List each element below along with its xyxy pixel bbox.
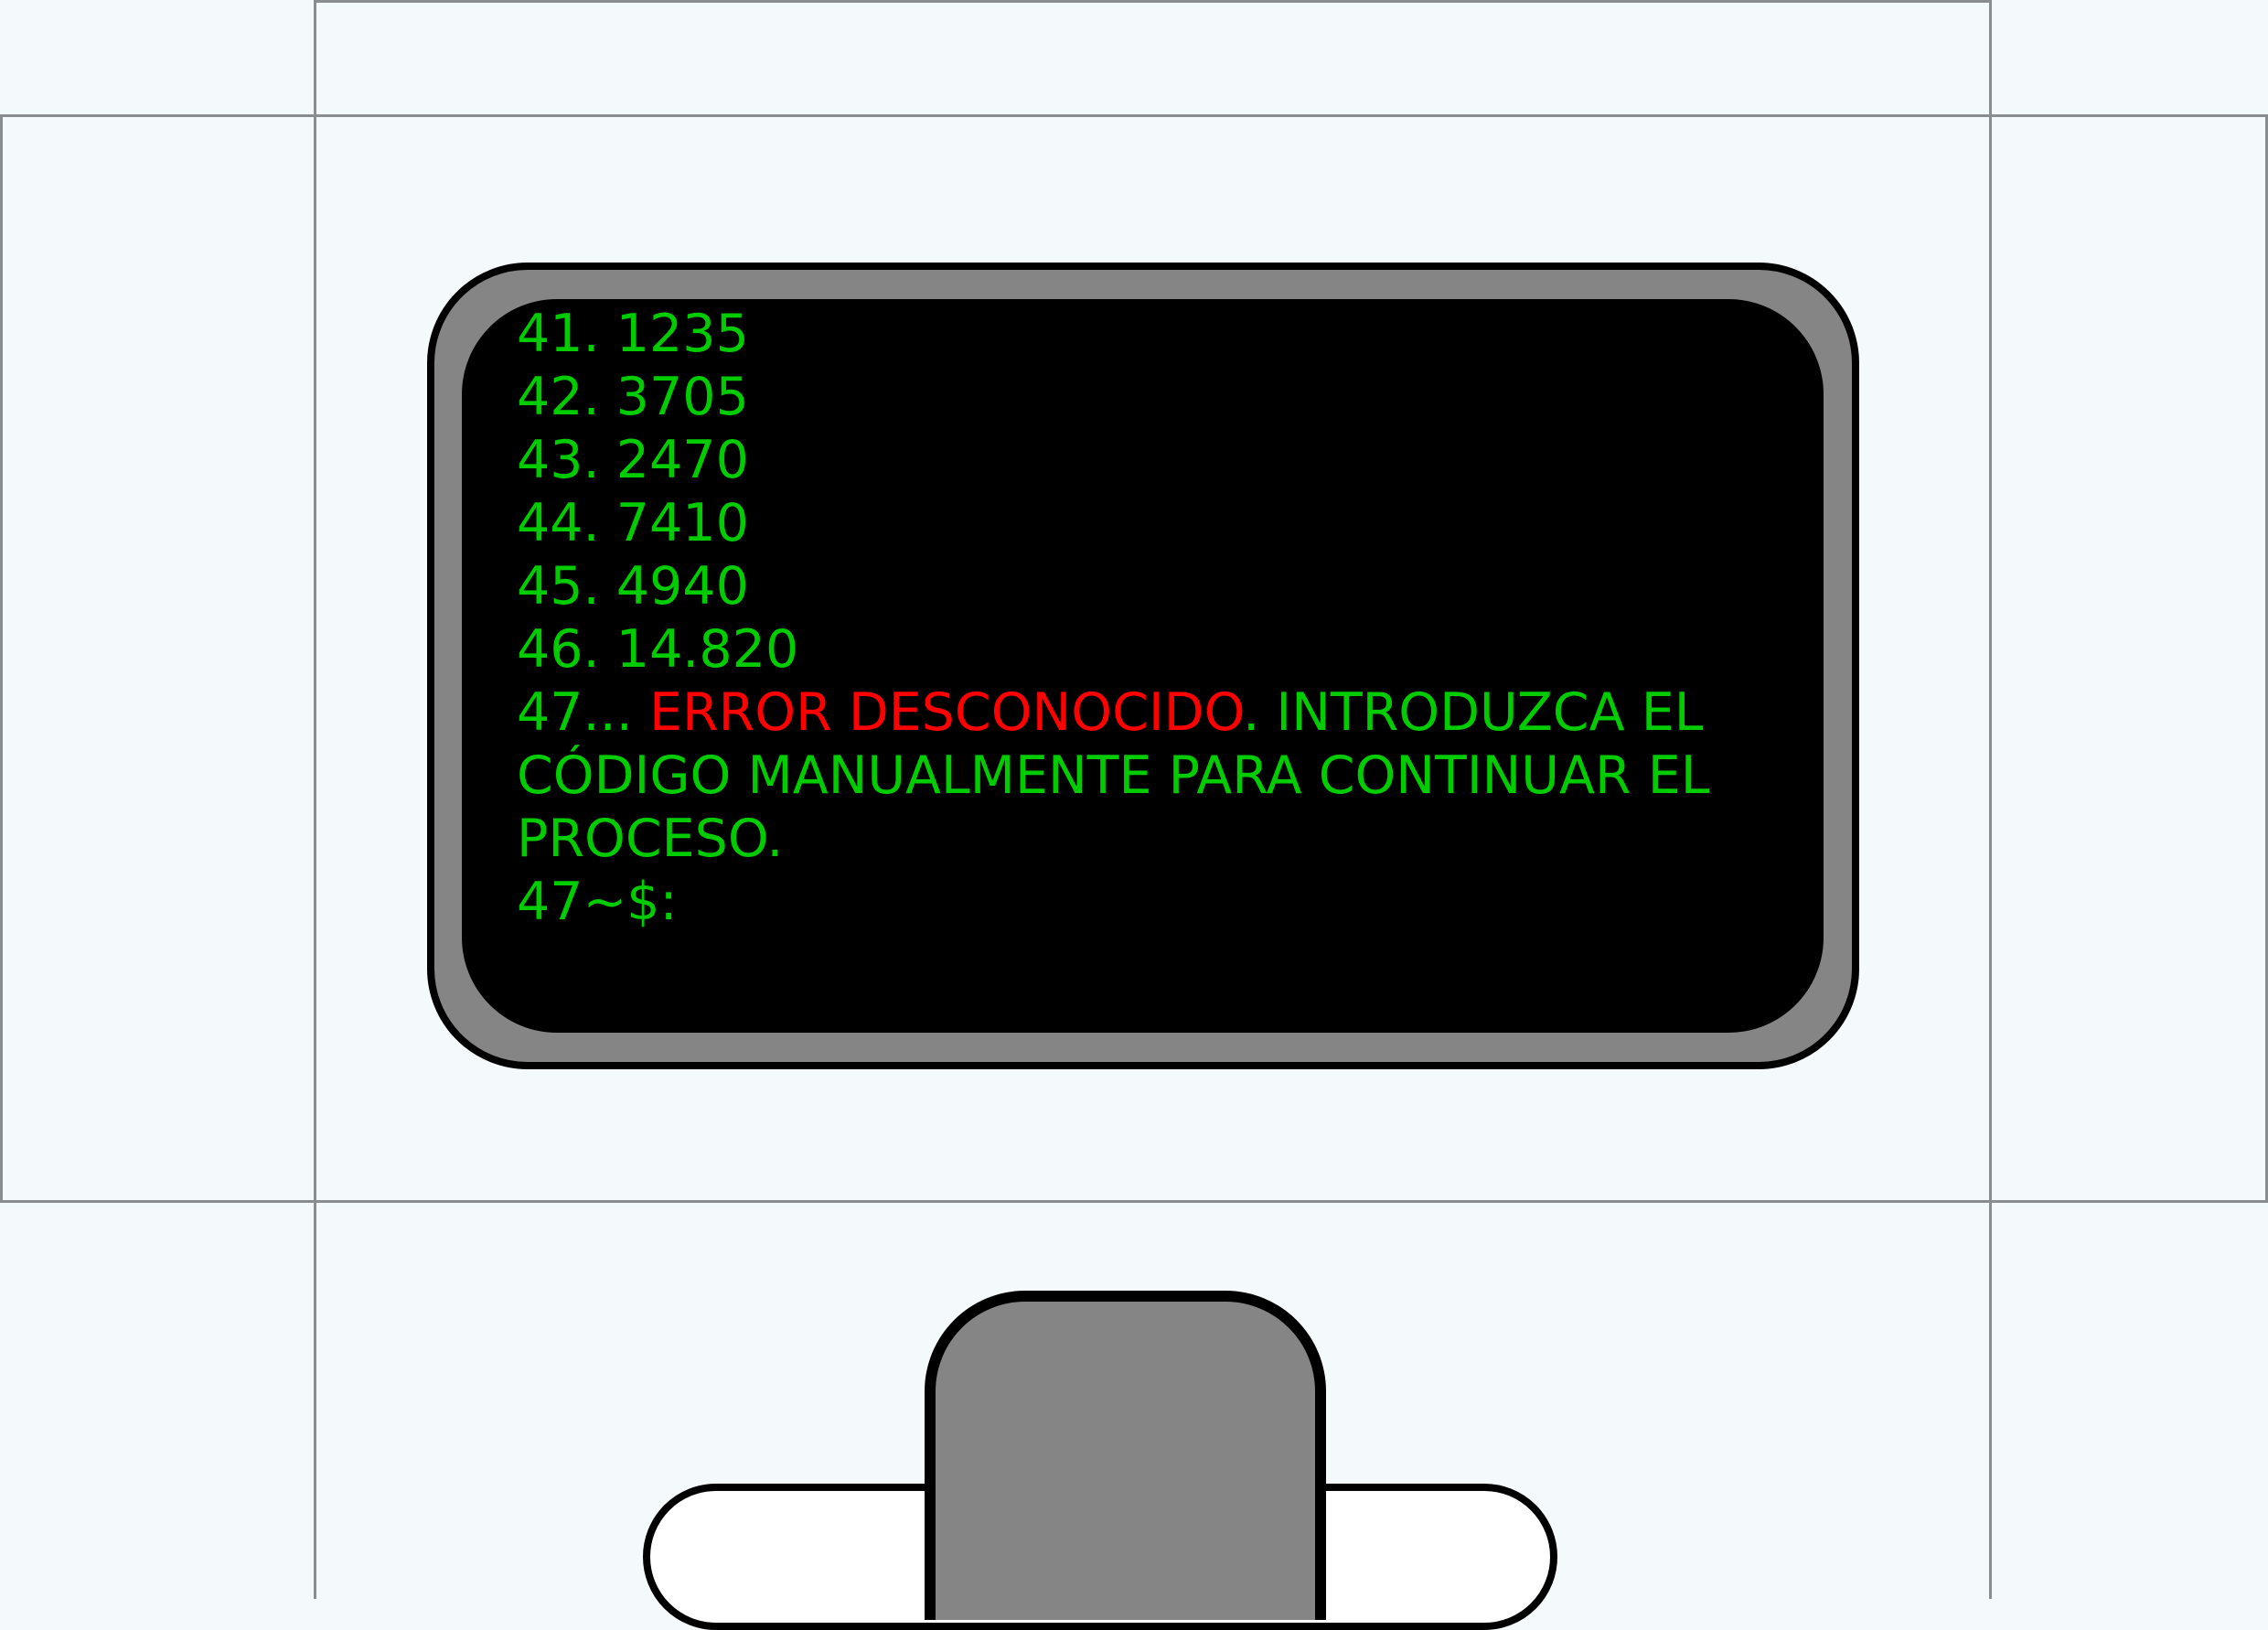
monitor-stand bbox=[925, 1291, 1326, 1620]
terminal-line: 42. 3705 bbox=[517, 367, 749, 427]
error-message: 47... ERROR DESCONOCIDO. INTRODUZCA EL C… bbox=[517, 681, 1769, 871]
terminal-output: 41. 1235 42. 3705 43. 2470 44. 7410 45. 4940… bbox=[517, 303, 1769, 934]
guide-line-top-short bbox=[314, 0, 1992, 3]
guide-line-right bbox=[1989, 0, 1992, 1599]
terminal-line: 41. 1235 bbox=[517, 304, 749, 364]
terminal-line: 46. 14.820 bbox=[517, 619, 799, 680]
terminal-line: 45. 4940 bbox=[517, 556, 749, 617]
error-label: ERROR DESCONOCIDO bbox=[649, 682, 1244, 743]
guide-line-edge-left bbox=[0, 114, 3, 1203]
guide-line-top bbox=[0, 114, 2268, 117]
error-prefix: 47... bbox=[517, 682, 650, 743]
terminal-line: 44. 7410 bbox=[517, 493, 749, 553]
terminal-line: 43. 2470 bbox=[517, 430, 749, 490]
terminal-screen[interactable]: 41. 1235 42. 3705 43. 2470 44. 7410 45. 4940… bbox=[462, 299, 1824, 1033]
guide-line-bottom bbox=[0, 1200, 2268, 1203]
command-prompt[interactable]: 47~$: bbox=[517, 871, 1769, 934]
guide-line-left bbox=[314, 0, 316, 1599]
